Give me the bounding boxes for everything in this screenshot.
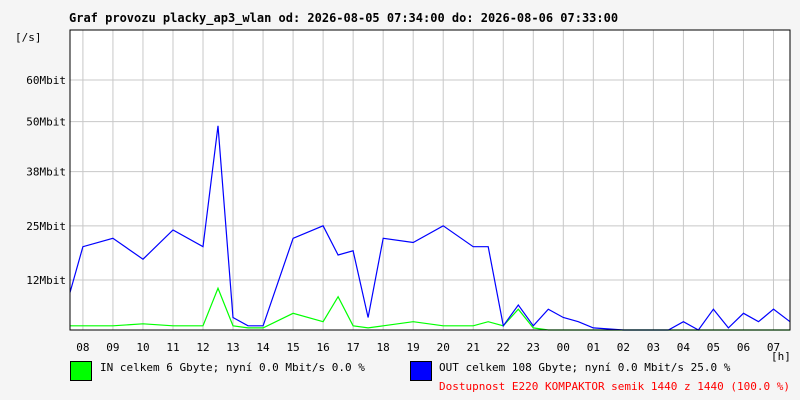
x-tick-label-19: 19 (407, 341, 420, 354)
x-tick-label-01: 01 (587, 341, 600, 354)
y-tick-label-12Mbit: 12Mbit (26, 274, 66, 287)
x-tick-label-07: 07 (767, 341, 780, 354)
x-tick-label-03: 03 (647, 341, 660, 354)
x-tick-label-06: 06 (737, 341, 750, 354)
y-tick-label-38Mbit: 38Mbit (26, 166, 66, 179)
x-tick-label-04: 04 (677, 341, 691, 354)
x-tick-label-20: 20 (437, 341, 450, 354)
availability-text: Dostupnost E220 KOMPAKTOR semik 1440 z 1… (439, 380, 790, 393)
x-tick-label-12: 12 (196, 341, 209, 354)
x-tick-label-18: 18 (377, 341, 390, 354)
y-tick-label-25Mbit: 25Mbit (26, 220, 66, 233)
traffic-graph-page: Graf provozu placky_ap3_wlan od: 2026-08… (0, 0, 800, 400)
x-tick-label-08: 08 (76, 341, 89, 354)
x-tick-label-05: 05 (707, 341, 720, 354)
x-tick-label-16: 16 (316, 341, 329, 354)
x-tick-label-02: 02 (617, 341, 630, 354)
legend-out-swatch (410, 361, 432, 381)
x-tick-label-09: 09 (106, 341, 119, 354)
x-tick-label-11: 11 (166, 341, 179, 354)
x-tick-label-15: 15 (286, 341, 299, 354)
x-tick-label-00: 00 (557, 341, 570, 354)
x-tick-label-21: 21 (467, 341, 480, 354)
legend-in-text: IN celkem 6 Gbyte; nyní 0.0 Mbit/s 0.0 % (100, 361, 365, 374)
y-tick-label-50Mbit: 50Mbit (26, 116, 66, 129)
legend-out-text: OUT celkem 108 Gbyte; nyní 0.0 Mbit/s 25… (439, 361, 731, 374)
x-tick-label-23: 23 (527, 341, 540, 354)
legend-in-swatch (70, 361, 92, 381)
x-tick-label-17: 17 (347, 341, 360, 354)
plot-area (70, 30, 790, 330)
traffic-chart: 12Mbit 25Mbit 38Mbit 50Mbit 60Mbit 08 09 10 11 12… (26, 29, 791, 354)
y-tick-label-60Mbit: 60Mbit (26, 74, 66, 87)
x-tick-label-14: 14 (256, 341, 270, 354)
x-tick-label-22: 22 (497, 341, 510, 354)
x-tick-label-13: 13 (226, 341, 239, 354)
x-tick-label-10: 10 (136, 341, 149, 354)
